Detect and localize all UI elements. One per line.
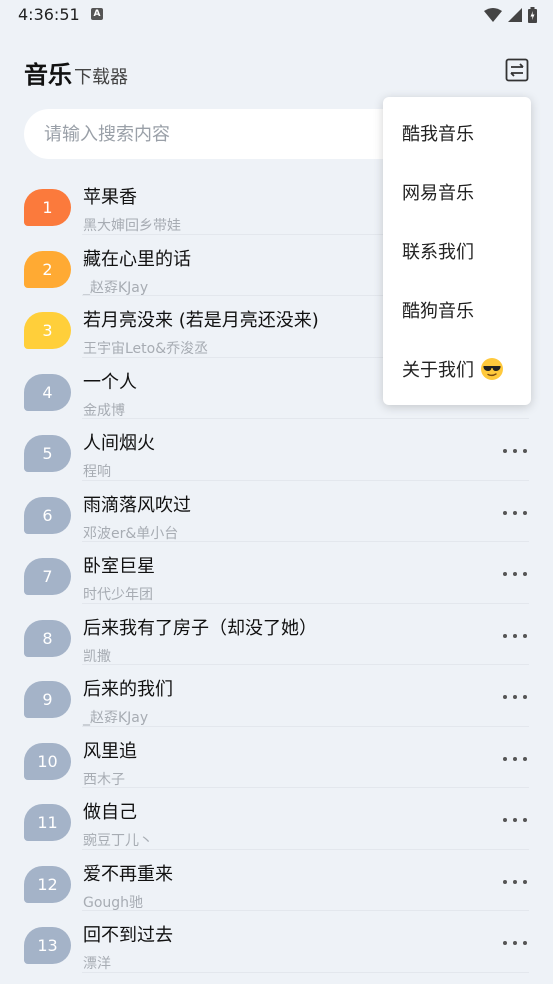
song-title: 后来我有了房子（却没了她） (83, 617, 317, 639)
song-title: 雨滴落风吹过 (83, 494, 191, 516)
menu-item-about[interactable]: 关于我们 (383, 339, 531, 398)
more-options-button[interactable] (503, 631, 527, 641)
song-artist: _赵孬KJay (83, 710, 149, 726)
song-title: 爱不再重来 (83, 863, 173, 885)
song-row[interactable]: 11 做自己 豌豆丁儿丶 (0, 788, 553, 850)
rank-badge: 13 (24, 927, 71, 964)
more-options-button[interactable] (503, 692, 527, 702)
song-title: 藏在心里的话 (83, 248, 191, 270)
search-box[interactable] (24, 109, 434, 159)
wifi-icon (484, 8, 502, 22)
song-row[interactable]: 7 卧室巨星 时代少年团 (0, 542, 553, 604)
more-options-button[interactable] (503, 508, 527, 518)
menu-item-label: 酷我音乐 (402, 123, 474, 145)
menu-item-label: 网易音乐 (402, 182, 474, 204)
more-options-button[interactable] (503, 446, 527, 456)
song-row[interactable]: 12 爱不再重来 Gough驰 (0, 850, 553, 912)
notification-icon: A (91, 8, 103, 20)
song-artist: 金成博 (83, 402, 125, 419)
rank-badge: 3 (24, 312, 71, 349)
song-artist: 时代少年团 (83, 587, 153, 603)
rank-badge: 9 (24, 681, 71, 718)
status-time: 4:36:51 (18, 5, 80, 24)
song-artist: 凯撒 (83, 648, 111, 665)
rank-badge: 1 (24, 189, 71, 226)
rank-badge: 4 (24, 373, 71, 411)
status-icons (484, 6, 537, 24)
song-row[interactable]: 5 人间烟火 程响 (0, 419, 553, 481)
app-title: 音乐 下载器 (24, 55, 128, 90)
song-row[interactable]: 9 后来的我们 _赵孬KJay (0, 665, 553, 727)
rank-badge: 12 (24, 865, 71, 903)
menu-item-contact[interactable]: 联系我们 (383, 221, 531, 280)
more-options-button[interactable] (503, 938, 527, 948)
battery-icon (528, 7, 537, 23)
rank-badge: 10 (24, 742, 71, 780)
rank-badge: 5 (24, 435, 71, 472)
signal-icon (508, 8, 522, 22)
status-bar: 4:36:51 A (0, 0, 553, 30)
song-artist: 王宇宙Leto&乔浚丞 (83, 341, 209, 357)
song-artist: Gough驰 (83, 894, 144, 911)
song-artist: 豌豆丁儿丶 (83, 833, 153, 849)
song-title: 人间烟火 (83, 433, 155, 454)
menu-item-kuwo[interactable]: 酷我音乐 (383, 103, 531, 162)
menu-item-netease[interactable]: 网易音乐 (383, 162, 531, 221)
menu-item-label: 联系我们 (402, 241, 474, 263)
more-options-button[interactable] (503, 569, 527, 579)
song-title: 卧室巨星 (83, 556, 155, 577)
app-title-main: 音乐 (24, 61, 72, 89)
song-title: 一个人 (83, 371, 137, 393)
song-artist: 黑大婶回乡带娃 (83, 218, 181, 234)
app-title-sub: 下载器 (74, 67, 128, 88)
rank-badge: 6 (24, 496, 71, 534)
song-title: 回不到过去 (83, 925, 173, 946)
swap-menu-icon (505, 58, 529, 82)
song-artist: 程响 (83, 464, 111, 480)
song-row[interactable]: 13 回不到过去 漂洋 (0, 911, 553, 973)
more-options-button[interactable] (503, 877, 527, 887)
rank-badge: 8 (24, 619, 71, 657)
sunglasses-emoji-icon (481, 357, 503, 380)
song-title: 若月亮没来 (若是月亮还没来) (83, 310, 319, 331)
song-row[interactable]: 6 雨滴落风吹过 邓波er&单小台 (0, 481, 553, 543)
menu-item-label: 关于我们 (402, 359, 474, 381)
song-artist: _赵孬KJay (83, 279, 149, 296)
song-title: 做自己 (83, 802, 137, 823)
song-artist: 邓波er&单小台 (83, 525, 179, 542)
song-title: 后来的我们 (83, 679, 173, 700)
rank-badge: 2 (24, 250, 71, 288)
menu-toggle-button[interactable] (505, 58, 529, 82)
song-artist: 西木子 (83, 771, 125, 788)
song-title: 苹果香 (83, 187, 137, 208)
search-input[interactable] (24, 109, 434, 159)
song-row[interactable]: 10 风里追 西木子 (0, 727, 553, 789)
menu-item-kugou[interactable]: 酷狗音乐 (383, 280, 531, 339)
song-row[interactable]: 8 后来我有了房子（却没了她） 凯撒 (0, 604, 553, 666)
rank-badge: 11 (24, 804, 71, 841)
more-options-button[interactable] (503, 754, 527, 764)
menu-item-label: 酷狗音乐 (402, 300, 474, 322)
rank-badge: 7 (24, 558, 71, 595)
more-options-button[interactable] (503, 815, 527, 825)
song-artist: 漂洋 (83, 956, 111, 972)
dropdown-menu: 酷我音乐 网易音乐 联系我们 酷狗音乐 关于我们 (383, 97, 531, 405)
song-title: 风里追 (83, 740, 137, 762)
